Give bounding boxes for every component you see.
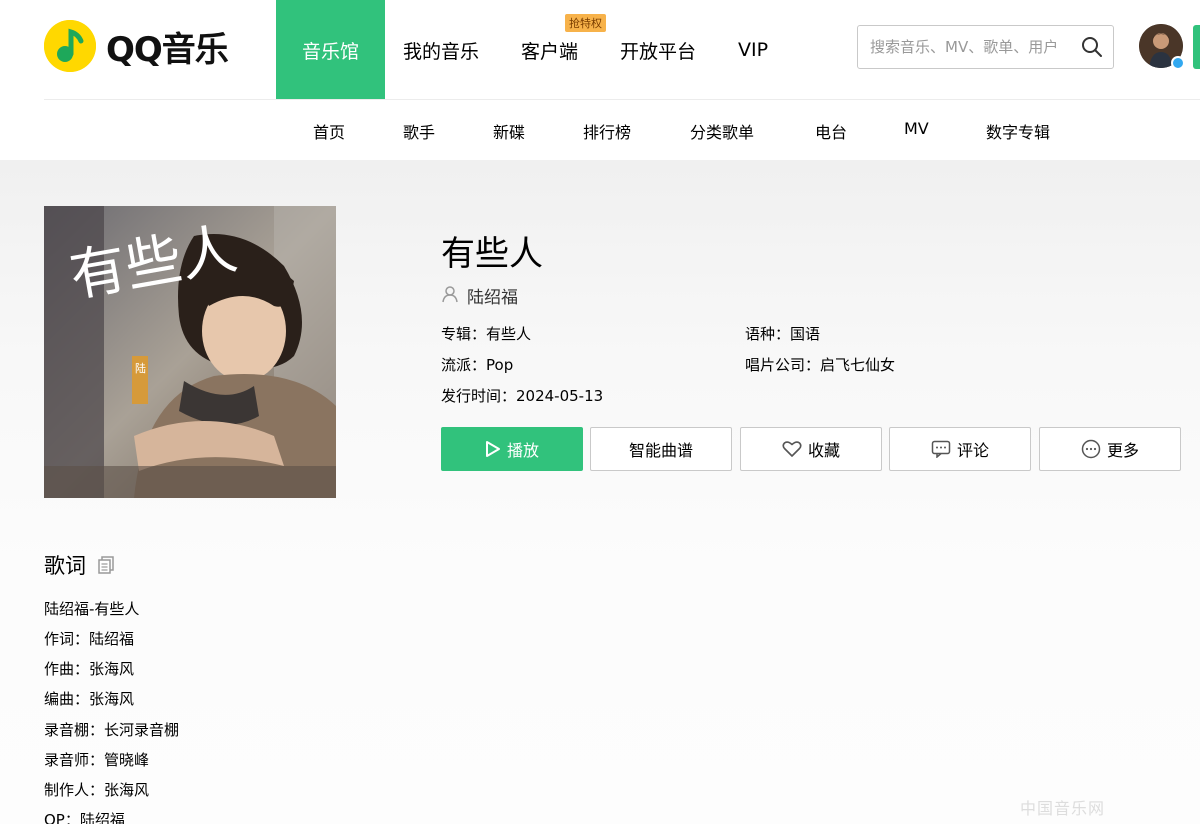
main-nav: 音乐馆 我的音乐 客户端 抢特权 开放平台 VIP bbox=[276, 0, 768, 100]
subnav-home[interactable]: 首页 bbox=[313, 119, 345, 143]
album-info[interactable]: 专辑：有些人 bbox=[441, 323, 531, 344]
more-label: 更多 bbox=[1106, 441, 1139, 460]
nav-client[interactable]: 客户端 抢特权 bbox=[521, 0, 607, 100]
logo-note-icon bbox=[44, 20, 96, 72]
lyric-line: OP：陆绍福 bbox=[44, 811, 125, 824]
singer-link[interactable]: 陆绍福 bbox=[441, 283, 518, 308]
heart-icon bbox=[782, 440, 802, 458]
comment-label: 评论 bbox=[956, 441, 989, 460]
smart-score-label: 智能曲谱 bbox=[628, 441, 693, 460]
lyric-line: 制作人：张海风 bbox=[44, 781, 150, 799]
play-button[interactable]: 播放 bbox=[441, 427, 583, 471]
more-icon bbox=[1081, 439, 1101, 459]
qq-music-logo[interactable]: QQ音乐 bbox=[44, 20, 229, 72]
subnav-playlists[interactable]: 分类歌单 bbox=[690, 119, 754, 143]
subnav-new-album[interactable]: 新碟 bbox=[493, 119, 525, 143]
user-avatar[interactable] bbox=[1139, 24, 1185, 70]
privilege-badge: 抢特权 bbox=[565, 14, 607, 32]
search-input[interactable] bbox=[870, 38, 1075, 56]
nav-music-hall[interactable]: 音乐馆 bbox=[276, 0, 385, 100]
open-vip-button-edge[interactable] bbox=[1193, 25, 1200, 69]
search-box bbox=[857, 25, 1114, 69]
nav-label: 客户端 bbox=[521, 40, 579, 63]
vip-status-icon bbox=[1171, 56, 1185, 70]
nav-label: VIP bbox=[738, 39, 769, 61]
more-button[interactable]: 更多 bbox=[1039, 427, 1181, 471]
lyric-line: 编曲：张海风 bbox=[44, 690, 135, 708]
smart-score-button[interactable]: 智能曲谱 bbox=[590, 427, 732, 471]
language-info: 语种：国语 bbox=[745, 325, 821, 343]
lyric-line: 录音师：管晓峰 bbox=[44, 751, 150, 769]
record-company-info: 唱片公司：启飞七仙女 bbox=[745, 356, 896, 374]
cover-artist-tag: 陆 bbox=[135, 361, 146, 375]
sub-nav: 首页 歌手 新碟 排行榜 分类歌单 电台 MV 数字专辑 bbox=[0, 100, 1200, 160]
brand-name: QQ音乐 bbox=[106, 29, 229, 70]
lyric-line: 陆绍福-有些人 bbox=[44, 600, 140, 618]
release-date-info: 发行时间：2024-05-13 bbox=[441, 387, 604, 405]
lyric-line: 作词：陆绍福 bbox=[44, 630, 135, 648]
genre-info: 流派：Pop bbox=[441, 356, 514, 374]
favorite-button[interactable]: 收藏 bbox=[740, 427, 882, 471]
subnav-digital-album[interactable]: 数字专辑 bbox=[986, 119, 1050, 143]
subnav-radio[interactable]: 电台 bbox=[815, 119, 847, 143]
lyrics-title: 歌词 bbox=[44, 554, 86, 578]
play-label: 播放 bbox=[506, 441, 539, 460]
watermark: 中国音乐网 bbox=[1020, 799, 1106, 818]
nav-label: 音乐馆 bbox=[301, 40, 359, 63]
song-title: 有些人 bbox=[441, 234, 543, 274]
nav-vip[interactable]: VIP bbox=[738, 0, 768, 100]
lyric-line: 录音棚：长河录音棚 bbox=[44, 721, 180, 739]
comment-icon bbox=[931, 440, 951, 458]
nav-label: 开放平台 bbox=[620, 40, 697, 63]
subnav-singer[interactable]: 歌手 bbox=[403, 119, 435, 143]
lyrics-heading: 歌词 bbox=[44, 550, 116, 580]
play-icon bbox=[485, 440, 501, 458]
nav-label: 我的音乐 bbox=[403, 40, 480, 63]
lyric-line: 作曲：张海风 bbox=[44, 660, 135, 678]
top-header: QQ音乐 音乐馆 我的音乐 客户端 抢特权 开放平台 VIP bbox=[0, 0, 1200, 100]
album-cover[interactable]: 有些人 陆 bbox=[44, 206, 336, 498]
singer-name: 陆绍福 bbox=[467, 288, 518, 308]
subnav-mv[interactable]: MV bbox=[904, 119, 929, 138]
singer-icon bbox=[441, 285, 459, 307]
nav-open-platform[interactable]: 开放平台 bbox=[620, 0, 696, 100]
search-icon[interactable] bbox=[1081, 36, 1103, 62]
favorite-label: 收藏 bbox=[807, 441, 840, 460]
subnav-charts[interactable]: 排行榜 bbox=[583, 119, 631, 143]
copy-icon[interactable] bbox=[96, 555, 116, 575]
comment-button[interactable]: 评论 bbox=[889, 427, 1031, 471]
nav-my-music[interactable]: 我的音乐 bbox=[403, 0, 479, 100]
